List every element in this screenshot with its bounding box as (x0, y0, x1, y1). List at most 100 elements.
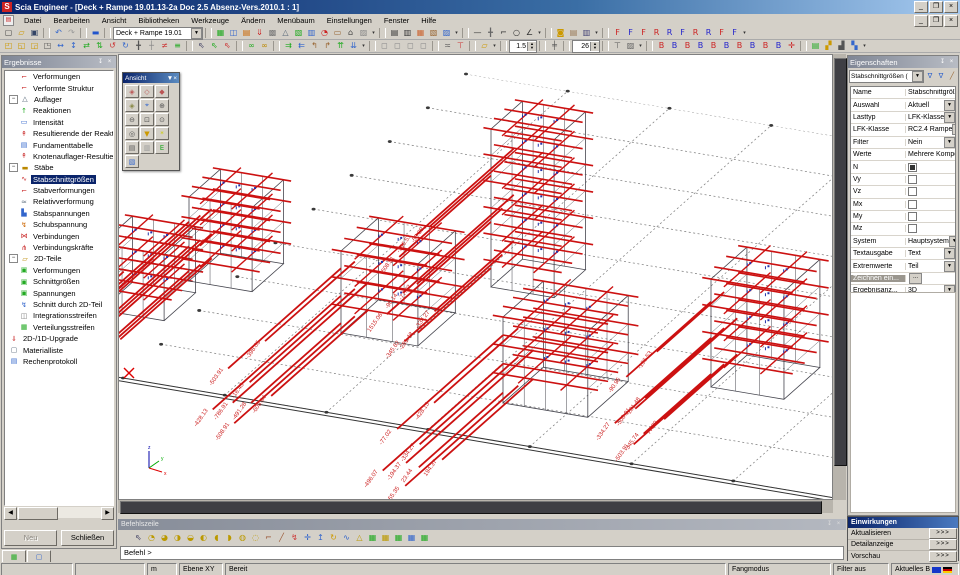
beam-flag-icon[interactable]: ⌐ (262, 532, 275, 544)
bitmap-icon[interactable]: ◙ (554, 27, 567, 39)
action-expand-button[interactable]: >>> (929, 551, 957, 562)
beam-b8-icon[interactable]: B (746, 40, 759, 52)
break-icon[interactable]: ≠ (158, 40, 171, 52)
dist-down-icon[interactable]: ⇊ (347, 40, 360, 52)
tree-item[interactable]: −▱2D-Teile (5, 253, 113, 264)
support-9-icon[interactable]: ◌ (249, 532, 262, 544)
tree-item[interactable]: ⋈Verbindungen (5, 230, 113, 241)
load-case-f2-icon[interactable]: F (624, 27, 637, 39)
render-mode-1-icon[interactable]: ▤ (809, 40, 822, 52)
beam-b6-icon[interactable]: B (720, 40, 733, 52)
circle-icon[interactable]: ○ (510, 27, 523, 39)
node-cross-icon[interactable]: ✛ (301, 532, 314, 544)
view-axo-4-icon[interactable]: ◈ (125, 99, 139, 112)
spinner-arrows-icon[interactable]: ▲▼ (590, 42, 599, 51)
curve-icon[interactable]: ∿ (340, 532, 353, 544)
eu-flag-icon[interactable] (932, 567, 941, 573)
tree-item[interactable]: ∿Stabschnittgrößen (5, 174, 113, 185)
tree-item[interactable]: ⌐Verformungen (5, 71, 113, 82)
load-case-f5-icon[interactable]: R (663, 27, 676, 39)
pin-icon[interactable]: ↧ (96, 58, 105, 67)
grid-snap-icon[interactable]: ╋ (484, 27, 497, 39)
array-icon[interactable]: ⇅ (93, 40, 106, 52)
child-restore-button[interactable]: ❐ (929, 15, 943, 27)
beam-b4-icon[interactable]: B (694, 40, 707, 52)
activity-icon[interactable]: ▨ (357, 27, 370, 39)
chevron-down-icon[interactable]: ▾ (637, 43, 644, 49)
mirror-icon[interactable]: ⇄ (80, 40, 93, 52)
action-expand-button[interactable]: >>> (929, 539, 957, 550)
render-view-icon[interactable]: ▼ (140, 127, 154, 140)
mesh-icon[interactable]: ▩ (266, 27, 279, 39)
tree-item[interactable]: ↯Schubspannung (5, 219, 113, 230)
project-combo[interactable]: Deck + Rampe 19.01▼ (113, 27, 203, 40)
support-5-icon[interactable]: ◐ (197, 532, 210, 544)
support-icon[interactable]: △ (279, 27, 292, 39)
section-icon[interactable]: ◔ (318, 27, 331, 39)
node-down-icon[interactable]: ↱ (321, 40, 334, 52)
chevron-down-icon[interactable]: ▼ (949, 236, 955, 247)
tree-item[interactable]: ▦Verteilungsstreifen (5, 322, 113, 333)
scroll-thumb[interactable] (834, 58, 847, 466)
chevron-down-icon[interactable]: ▾ (593, 30, 600, 36)
save-file-icon[interactable]: ▣ (28, 27, 41, 39)
storey-icon[interactable]: ▭ (331, 27, 344, 39)
child-minimize-button[interactable]: _ (914, 15, 928, 27)
copy-view-icon[interactable]: ▥ (140, 141, 154, 154)
print-icon[interactable]: ▤ (388, 27, 401, 39)
tree-item[interactable]: ▢Materialliste (5, 344, 113, 355)
tree-item[interactable]: ▤Rechenprotokoll (5, 356, 113, 367)
view-pane-3-icon[interactable]: ◻ (404, 40, 417, 52)
grid-5-icon[interactable]: ▦ (418, 532, 431, 544)
tree-horizontal-scrollbar[interactable]: ◀ ▶ (4, 507, 114, 518)
filter-icon[interactable]: ∇ (925, 72, 935, 82)
redo-icon[interactable]: ↷ (65, 27, 78, 39)
chevron-down-icon[interactable]: ▾ (453, 30, 460, 36)
menu-ändern[interactable]: Ändern (235, 15, 271, 26)
chevron-down-icon[interactable]: ▼ (944, 100, 955, 111)
export-doc-icon[interactable]: ▥ (580, 27, 593, 39)
close-panel-button[interactable]: Schließen (61, 530, 114, 546)
view-pane-2-icon[interactable]: ◻ (391, 40, 404, 52)
pin-icon[interactable]: ↧ (825, 520, 834, 529)
named-view-icon[interactable]: E (155, 141, 169, 154)
command-input[interactable]: Befehl > (120, 546, 844, 560)
line-icon[interactable]: — (471, 27, 484, 39)
tree-item[interactable]: ≃Relativverformung (5, 196, 113, 207)
stretch-icon[interactable]: ↕ (67, 40, 80, 52)
support-1-icon[interactable]: ◔ (145, 532, 158, 544)
view-axo-1-icon[interactable]: ◈ (125, 85, 139, 98)
zoom-in-icon[interactable]: ⊕ (155, 99, 169, 112)
measure-icon[interactable]: ⊤ (454, 40, 467, 52)
load-case-f1-icon[interactable]: F (611, 27, 624, 39)
grid-3-icon[interactable]: ▦ (392, 532, 405, 544)
viewport-horizontal-scrollbar[interactable] (118, 500, 833, 513)
tree-item[interactable]: ↯Schnitt durch 2D-Teil (5, 299, 113, 310)
tree-item[interactable]: ⌐Stabverformungen (5, 185, 113, 196)
tree-item[interactable]: ↟Knotenauflager-Resultierend (5, 151, 113, 162)
tree-item[interactable]: ▣Spannungen (5, 287, 113, 298)
ruler-icon[interactable]: ╪ (548, 40, 561, 52)
structure-icon[interactable]: ▦ (214, 27, 227, 39)
property-checkbox[interactable] (908, 212, 917, 221)
chevron-down-icon[interactable]: ▾ (491, 43, 498, 49)
tree-item[interactable]: ⌐Verformte Struktur (5, 82, 113, 93)
arrow-up-icon[interactable]: ↥ (314, 532, 327, 544)
print-preview-icon[interactable]: ▥ (401, 27, 414, 39)
chevron-down-icon[interactable]: ▼ (191, 28, 202, 39)
clipboard-icon[interactable]: ▤ (567, 27, 580, 39)
model-icon[interactable]: ⌂ (344, 27, 357, 39)
chevron-down-icon[interactable]: ▾ (360, 43, 367, 49)
document-icon[interactable]: ▤ (3, 15, 14, 26)
ortho-icon[interactable]: ⌐ (497, 27, 510, 39)
cursor-remove-icon[interactable]: ⇖ (221, 40, 234, 52)
beam-b10-icon[interactable]: B (772, 40, 785, 52)
menu-bibliotheken[interactable]: Bibliotheken (132, 15, 185, 26)
print-view-icon[interactable]: ▤ (125, 141, 139, 154)
scale-spinner[interactable]: 1.5▲▼ (509, 40, 537, 53)
tree-item[interactable]: ▣Verformungen (5, 265, 113, 276)
tree-item[interactable]: ⇓2D-/1D-Upgrade (5, 333, 113, 344)
support-8-icon[interactable]: ◍ (236, 532, 249, 544)
grid-1-icon[interactable]: ▦ (366, 532, 379, 544)
link-2-icon[interactable]: ∞ (258, 40, 271, 52)
